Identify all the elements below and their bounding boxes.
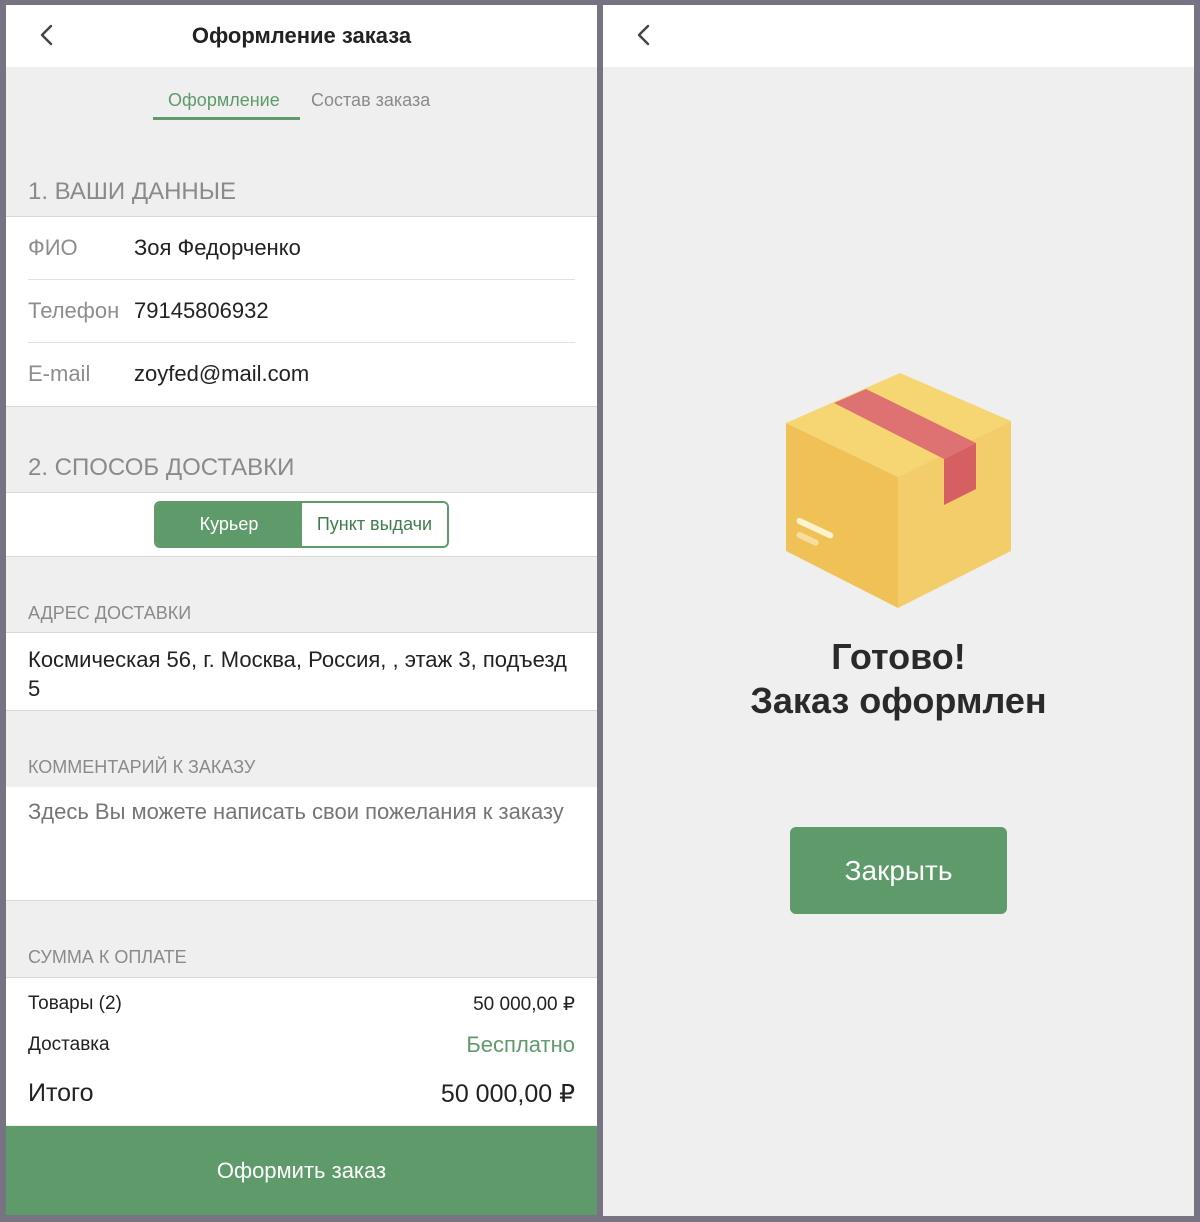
active-tab-indicator: [153, 117, 300, 120]
address-caption: АДРЕС ДОСТАВКИ: [28, 603, 192, 623]
tab-checkout[interactable]: Оформление: [168, 90, 280, 111]
delivery-amount: Бесплатно: [466, 1032, 575, 1057]
section-title-your-data: 1. ВАШИ ДАННЫЕ: [28, 178, 236, 205]
order-success-screen: Готово! Заказ оформлен Закрыть: [603, 5, 1194, 1216]
address-block[interactable]: Космическая 56, г. Москва, Россия, , эта…: [6, 632, 597, 711]
app-header: [603, 5, 1194, 67]
courier-option[interactable]: Курьер: [156, 503, 302, 546]
comment-block: [6, 787, 597, 901]
success-message: Готово! Заказ оформлен: [603, 635, 1194, 723]
checkout-screen: Оформление заказа Оформление Состав зака…: [6, 5, 597, 1215]
close-button[interactable]: Закрыть: [790, 827, 1007, 914]
contact-data-block: ФИО Зоя Федорченко Телефон 79145806932 E…: [6, 216, 597, 407]
name-label: ФИО: [28, 235, 78, 260]
success-title: Готово!: [831, 636, 966, 677]
summary-block: Товары (2) 50 000,00 ₽ Доставка Бесплатн…: [6, 977, 597, 1125]
phone-label: Телефон: [28, 298, 120, 323]
success-subtitle: Заказ оформлен: [750, 680, 1047, 721]
delivery-address-field[interactable]: Космическая 56, г. Москва, Россия, , эта…: [28, 645, 568, 703]
comment-caption: КОММЕНТАРИЙ К ЗАКАЗУ: [28, 757, 256, 777]
goods-label: Товары (2): [28, 993, 122, 1014]
field-row-phone[interactable]: Телефон 79145806932: [28, 280, 575, 343]
delivery-label: Доставка: [28, 1034, 110, 1055]
tab-order-contents[interactable]: Состав заказа: [311, 90, 430, 111]
delivery-method-block: Курьер Пункт выдачи: [6, 492, 597, 557]
name-field[interactable]: Зоя Федорченко: [134, 235, 301, 261]
app-header: Оформление заказа: [6, 5, 597, 67]
total-label: Итого: [28, 1079, 94, 1107]
chevron-left-icon[interactable]: [633, 23, 657, 47]
page-title: Оформление заказа: [191, 23, 412, 48]
delivery-method-toggle[interactable]: Курьер Пункт выдачи: [154, 501, 449, 548]
field-row-name[interactable]: ФИО Зоя Федорченко: [28, 217, 575, 280]
section-title-delivery-method: 2. СПОСОБ ДОСТАВКИ: [28, 454, 295, 481]
total-amount: 50 000,00 ₽: [440, 1080, 575, 1108]
payment-sum-caption: СУММА К ОПЛАТЕ: [28, 947, 187, 967]
field-row-email[interactable]: E-mail zoyfed@mail.com: [28, 343, 575, 406]
pickup-point-option[interactable]: Пункт выдачи: [302, 503, 447, 546]
phone-field[interactable]: 79145806932: [134, 298, 269, 324]
email-field[interactable]: zoyfed@mail.com: [134, 361, 309, 387]
goods-amount: 50 000,00 ₽: [473, 994, 575, 1015]
cardboard-box-icon: [786, 373, 1011, 608]
email-label: E-mail: [28, 361, 91, 386]
place-order-button[interactable]: Оформить заказ: [6, 1126, 597, 1215]
order-comment-input[interactable]: [28, 797, 568, 887]
